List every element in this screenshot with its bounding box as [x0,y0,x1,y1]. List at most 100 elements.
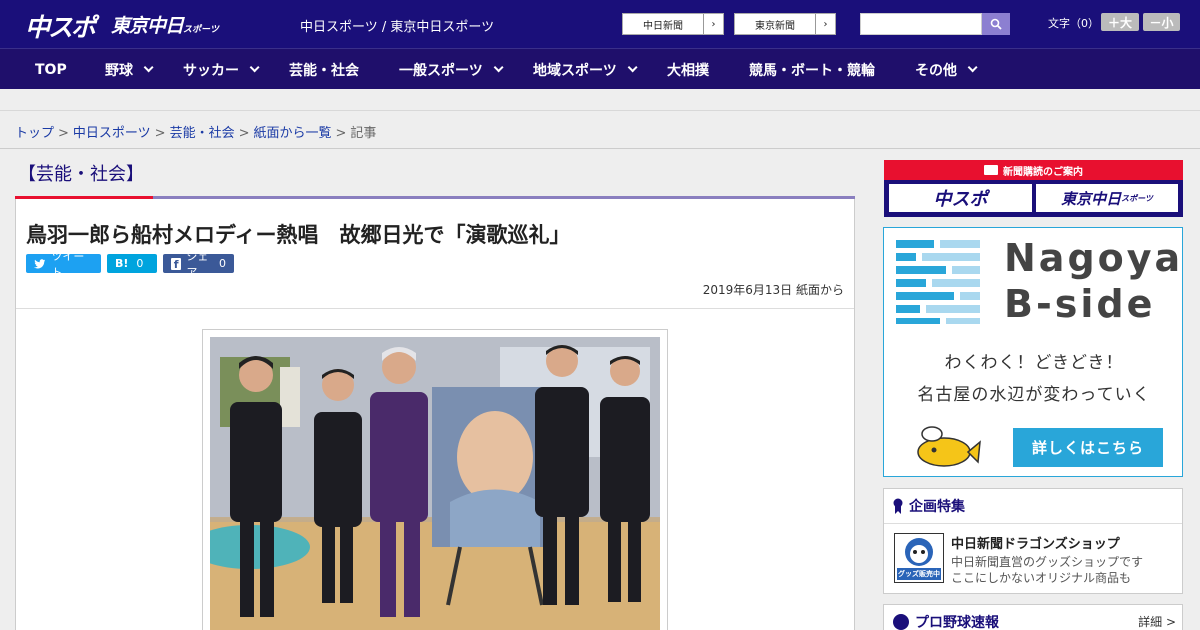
nav-label: TOP [35,61,67,78]
breadcrumb-entertainment[interactable]: 芸能・社会 [170,126,235,141]
nav-label: 大相撲 [667,62,709,79]
subscribe-tokyo-chunichi-button[interactable]: 東京中日 スポーツ [1036,184,1178,212]
article-date: 2019年6月13日 紙面から [702,283,844,297]
nav-baseball[interactable]: 野球 [105,49,154,90]
logo-secondary-small: スポーツ [183,25,219,35]
breadcrumb-current: 記事 [350,126,377,141]
mascot-fish-icon [917,426,981,467]
main-nav: TOP 野球 サッカー 芸能・社会 一般スポーツ 地域スポーツ 大相撲 競馬・ボ… [0,48,1200,89]
article-photo[interactable] [210,337,660,630]
chevron-down-icon [627,62,638,73]
link-label: 中日新聞 [643,20,683,32]
water-stripes-logo [896,240,980,324]
special-features-box: 企画特集 グッズ販売中 中日新聞ドラゴンズショップ 中日新聞直営のグッズショップ… [883,488,1183,594]
category-title: 【芸能・社会】 [18,164,144,185]
tweet-label: ツイート [51,249,85,279]
special-features-title: 企画特集 [909,499,965,515]
nav-soccer[interactable]: サッカー [183,49,260,90]
ribbon-icon [893,498,903,514]
subscribe-btn2-label: 東京中日 [1061,189,1122,208]
tokyo-chunichi-logo[interactable]: 東京中日スポーツ [111,11,219,38]
font-smaller-button[interactable]: －小 [1143,13,1180,31]
facebook-label: シェア [186,249,209,279]
group-photo-illustration [210,337,660,630]
nav-local-sports[interactable]: 地域スポーツ [533,49,638,90]
nav-label: 一般スポーツ [399,62,483,79]
baseball-details-link[interactable]: 詳細 > [1138,613,1176,630]
nav-label: その他 [915,62,957,79]
article-headline: 鳥羽一郎ら船村メロディー熱唱 故郷日光で「演歌巡礼」 [26,223,571,247]
share-buttons: ツイート B! 0 f シェア 0 [26,250,240,279]
banner-title-line1: Nagoya [1004,236,1184,280]
dragons-shop-desc2: ここにしかないオリジナル商品も [951,571,1132,585]
site-description: 中日スポーツ / 東京中日スポーツ [300,20,495,35]
font-bigger-button[interactable]: ＋大 [1101,13,1139,31]
search-button[interactable] [982,13,1010,35]
nagoya-bside-banner[interactable]: Nagoya B-side わくわく！どきどき！ 名古屋の水辺が変わっていく 詳… [883,227,1183,477]
dragons-shop-title[interactable]: 中日新聞ドラゴンズショップ [951,533,1120,552]
banner-tagline1: わくわく！どきどき！ [944,353,1124,373]
nav-sumo[interactable]: 大相撲 [667,49,709,90]
facebook-icon: f [171,257,182,271]
font-size-label: 文字（0） [1048,17,1099,30]
facebook-share-button[interactable]: f シェア 0 [163,250,234,279]
nav-top[interactable]: TOP [35,49,67,90]
logo-secondary-text: 東京中日 [111,15,184,37]
chevron-down-icon [249,62,260,73]
nav-general-sports[interactable]: 一般スポーツ [399,49,504,90]
breadcrumb: トップ > 中日スポーツ > 芸能・社会 > 紙面から一覧 > 記事 [0,111,1200,149]
subscribe-chuspo-button[interactable]: 中スポ [889,184,1032,212]
baseball-scores-box: プロ野球速報 詳細 > [883,604,1183,630]
subscribe-btn2-small: スポーツ [1121,193,1153,203]
nav-label: 野球 [105,62,133,79]
ad-strip [0,89,1200,111]
dragons-shop-thumbnail[interactable]: グッズ販売中 [894,533,944,583]
baseball-scores-title: プロ野球速報 [915,615,999,630]
chevron-down-icon [493,62,504,73]
chuspo-logo[interactable]: 中スポ [25,8,96,44]
chevron-right-icon: › [815,14,835,34]
breadcrumb-print-list[interactable]: 紙面から一覧 [254,126,332,141]
hatena-icon: B! [115,257,129,270]
link-label: 東京新聞 [755,20,795,32]
baseball-icon [893,614,909,630]
chevron-down-icon [967,62,978,73]
chevron-down-icon [143,62,154,73]
nav-label: 地域スポーツ [533,62,617,79]
chunichi-shimbun-link[interactable]: 中日新聞 › [622,13,724,35]
banner-details-button[interactable]: 詳しくはこちら [1013,428,1163,467]
article-card: 鳥羽一郎ら船村メロディー熱唱 故郷日光で「演歌巡礼」 ツイート B! 0 f シ… [15,199,855,630]
breadcrumb-separator: > [238,126,250,141]
twitter-bird-icon [34,258,46,268]
nav-label: 芸能・社会 [289,62,359,79]
nav-label: 競馬・ボート・競輪 [749,62,875,79]
breadcrumb-top[interactable]: トップ [15,126,54,141]
search-input[interactable] [860,13,982,35]
banner-title-line2: B-side [1004,282,1156,326]
breadcrumb-separator: > [335,126,347,141]
hatena-bookmark-button[interactable]: B! 0 [107,254,157,273]
hatena-count: 0 [136,257,144,270]
special-features-header: 企画特集 [884,489,1182,524]
dragons-shop-desc1: 中日新聞直営のグッズショップです [951,555,1144,569]
thumb-label: グッズ販売中 [898,570,940,578]
tokyo-shimbun-link[interactable]: 東京新聞 › [734,13,836,35]
subscription-header: 新聞購読のご案内 [884,160,1183,180]
nav-racing[interactable]: 競馬・ボート・競輪 [749,49,875,90]
header-bar: 中スポ 東京中日スポーツ 中日スポーツ / 東京中日スポーツ 中日新聞 › 東京… [0,0,1200,48]
chevron-right-icon: › [703,14,723,34]
banner-tagline2: 名古屋の水辺が変わっていく [917,385,1151,405]
tweet-button[interactable]: ツイート [26,250,101,279]
nav-entertainment[interactable]: 芸能・社会 [289,49,359,90]
breadcrumb-separator: > [58,126,69,141]
nav-label: サッカー [183,62,239,79]
facebook-count: 0 [219,257,226,270]
article-photo-frame [202,329,668,630]
subscription-title: 新聞購読のご案内 [1003,166,1083,178]
subscription-banner[interactable]: 新聞購読のご案内 中スポ 東京中日 スポーツ [884,160,1183,217]
newspaper-icon [984,165,998,175]
breadcrumb-chunichi-sports[interactable]: 中日スポーツ [73,126,151,141]
article-divider [16,308,854,309]
breadcrumb-separator: > [154,126,166,141]
nav-other[interactable]: その他 [915,49,978,90]
